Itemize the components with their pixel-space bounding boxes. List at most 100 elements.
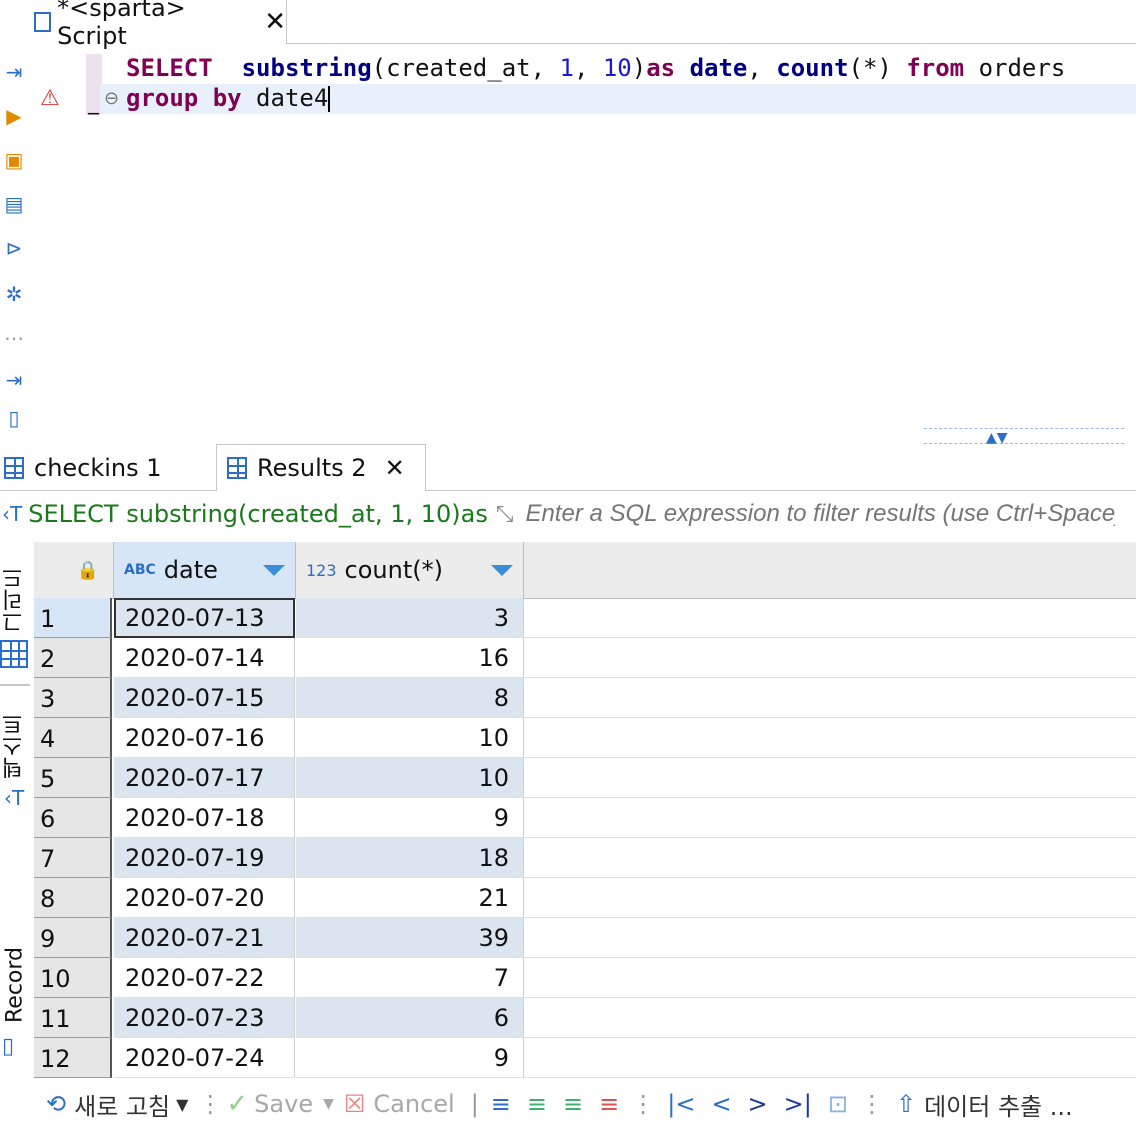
execute-statement-icon[interactable]: ⇥ [0, 58, 28, 86]
fold-icon[interactable]: ⊖ [104, 88, 119, 109]
row-number[interactable]: 5 [34, 758, 112, 798]
sql-line-1[interactable]: SELECT substring(created_at, 1, 10)as da… [126, 53, 1065, 83]
next-page-icon[interactable]: > [748, 1090, 768, 1118]
editor-tab[interactable]: *<sparta> Script ✕ [28, 0, 287, 50]
table-row[interactable]: 2 2020-07-14 16 [34, 638, 1136, 678]
sql-line-2[interactable]: group by date4 [126, 83, 331, 113]
table-row[interactable]: 9 2020-07-21 39 [34, 918, 1136, 958]
cell-count[interactable]: 9 [296, 798, 524, 838]
cell-count[interactable]: 16 [296, 638, 524, 678]
table-row[interactable]: 3 2020-07-15 8 [34, 678, 1136, 718]
last-page-icon[interactable]: >| [784, 1090, 812, 1118]
table-row[interactable]: 6 2020-07-18 9 [34, 798, 1136, 838]
more-icon[interactable]: ⋯ [0, 324, 28, 352]
function-count: count [776, 54, 849, 82]
tab-checkins[interactable]: checkins 1 [0, 446, 212, 490]
cell-date[interactable]: 2020-07-24 [114, 1038, 295, 1078]
terminal-icon[interactable]: ⊳ [0, 234, 28, 262]
edit-row-icon[interactable]: ≡ [491, 1090, 511, 1118]
row-number[interactable]: 4 [34, 718, 112, 758]
copy-row-icon[interactable]: ≡ [563, 1090, 583, 1118]
cancel-label[interactable]: Cancel [373, 1090, 454, 1118]
sort-dropdown-icon[interactable] [263, 564, 285, 576]
row-number[interactable]: 11 [34, 998, 112, 1038]
file-icon[interactable]: ▯ [0, 404, 28, 432]
fetch-all-icon[interactable]: ⊡ [828, 1090, 848, 1118]
save-icon[interactable]: ✓ [226, 1089, 248, 1119]
column-header-count[interactable]: 123 count(*) [296, 542, 524, 598]
cell-date[interactable]: 2020-07-22 [114, 958, 295, 998]
row-header-corner[interactable]: 🔒 [34, 542, 114, 598]
side-tab-grid-label[interactable]: 그리드 [0, 560, 30, 640]
previous-page-icon[interactable]: < [711, 1090, 731, 1118]
side-tab-record-label[interactable]: Record [0, 940, 30, 1030]
cell-date[interactable]: 2020-07-13 [114, 598, 295, 638]
cell-count[interactable]: 8 [296, 678, 524, 718]
row-number[interactable]: 2 [34, 638, 112, 678]
cell-date[interactable]: 2020-07-16 [114, 718, 295, 758]
execute-new-tab-icon[interactable]: ▶ [0, 102, 28, 130]
row-number[interactable]: 6 [34, 798, 112, 838]
text-view-icon[interactable]: ‹T [4, 786, 24, 810]
cell-date[interactable]: 2020-07-19 [114, 838, 295, 878]
row-number[interactable]: 8 [34, 878, 112, 918]
row-number[interactable]: 12 [34, 1038, 112, 1078]
cell-date[interactable]: 2020-07-18 [114, 798, 295, 838]
cell-count[interactable]: 18 [296, 838, 524, 878]
row-number[interactable]: 3 [34, 678, 112, 718]
gear-icon[interactable]: ✲ [0, 280, 28, 308]
save-label[interactable]: Save [254, 1090, 313, 1118]
cell-count[interactable]: 39 [296, 918, 524, 958]
cell-count[interactable]: 6 [296, 998, 524, 1038]
cell-date[interactable]: 2020-07-14 [114, 638, 295, 678]
cell-date[interactable]: 2020-07-20 [114, 878, 295, 918]
first-page-icon[interactable]: |< [667, 1090, 695, 1118]
refresh-label[interactable]: 새로 고침 [74, 1087, 170, 1122]
cell-count[interactable]: 10 [296, 758, 524, 798]
explain-plan-icon[interactable]: ▤ [0, 190, 28, 218]
table-row[interactable]: 7 2020-07-19 18 [34, 838, 1136, 878]
table-row[interactable]: 8 2020-07-20 21 [34, 878, 1136, 918]
row-number[interactable]: 9 [34, 918, 112, 958]
close-icon[interactable]: ✕ [264, 7, 286, 37]
cancel-icon[interactable]: ☒ [344, 1090, 366, 1118]
expand-icon[interactable]: ⤡ [496, 502, 514, 527]
row-number[interactable]: 10 [34, 958, 112, 998]
cell-count[interactable]: 21 [296, 878, 524, 918]
delete-row-icon[interactable]: ≡ [599, 1090, 619, 1118]
table-row[interactable]: 1 2020-07-13 3 [34, 598, 1136, 638]
filter-input[interactable] [523, 499, 1118, 529]
cell-count[interactable]: 9 [296, 1038, 524, 1078]
grid-view-icon[interactable] [0, 640, 28, 668]
cell-date[interactable]: 2020-07-23 [114, 998, 295, 1038]
empty-cell-area [524, 678, 1136, 718]
side-tab-text-label[interactable]: 텍스트 [0, 706, 30, 786]
column-header-date[interactable]: ABC date [114, 542, 296, 598]
sort-dropdown-icon[interactable] [491, 564, 513, 576]
export-icon[interactable]: ⇥ [0, 366, 28, 394]
record-view-icon[interactable]: ▯ [2, 1034, 14, 1059]
close-icon[interactable]: ✕ [385, 454, 405, 482]
execute-script-icon[interactable]: ▣ [0, 146, 28, 174]
export-label[interactable]: 데이터 추출 ... [924, 1087, 1073, 1122]
row-number[interactable]: 7 [34, 838, 112, 878]
cell-count[interactable]: 3 [296, 598, 524, 638]
table-row[interactable]: 10 2020-07-22 7 [34, 958, 1136, 998]
row-number[interactable]: 1 [34, 598, 112, 638]
cell-date[interactable]: 2020-07-21 [114, 918, 295, 958]
cell-count[interactable]: 7 [296, 958, 524, 998]
cell-date[interactable]: 2020-07-17 [114, 758, 295, 798]
table-row[interactable]: 12 2020-07-24 9 [34, 1038, 1136, 1078]
table-row[interactable]: 4 2020-07-16 10 [34, 718, 1136, 758]
tab-results[interactable]: Results 2 ✕ [216, 444, 426, 491]
cell-count[interactable]: 10 [296, 718, 524, 758]
refresh-dropdown-icon[interactable]: ▼ [176, 1095, 188, 1114]
add-row-icon[interactable]: ≡ [527, 1090, 547, 1118]
save-dropdown-icon[interactable]: ▼ [323, 1096, 334, 1112]
refresh-icon[interactable]: ⟲ [46, 1090, 66, 1118]
panel-splitter[interactable] [924, 428, 1124, 444]
export-data-icon[interactable]: ⇧ [896, 1090, 916, 1118]
table-row[interactable]: 5 2020-07-17 10 [34, 758, 1136, 798]
cell-date[interactable]: 2020-07-15 [114, 678, 295, 718]
table-row[interactable]: 11 2020-07-23 6 [34, 998, 1136, 1038]
